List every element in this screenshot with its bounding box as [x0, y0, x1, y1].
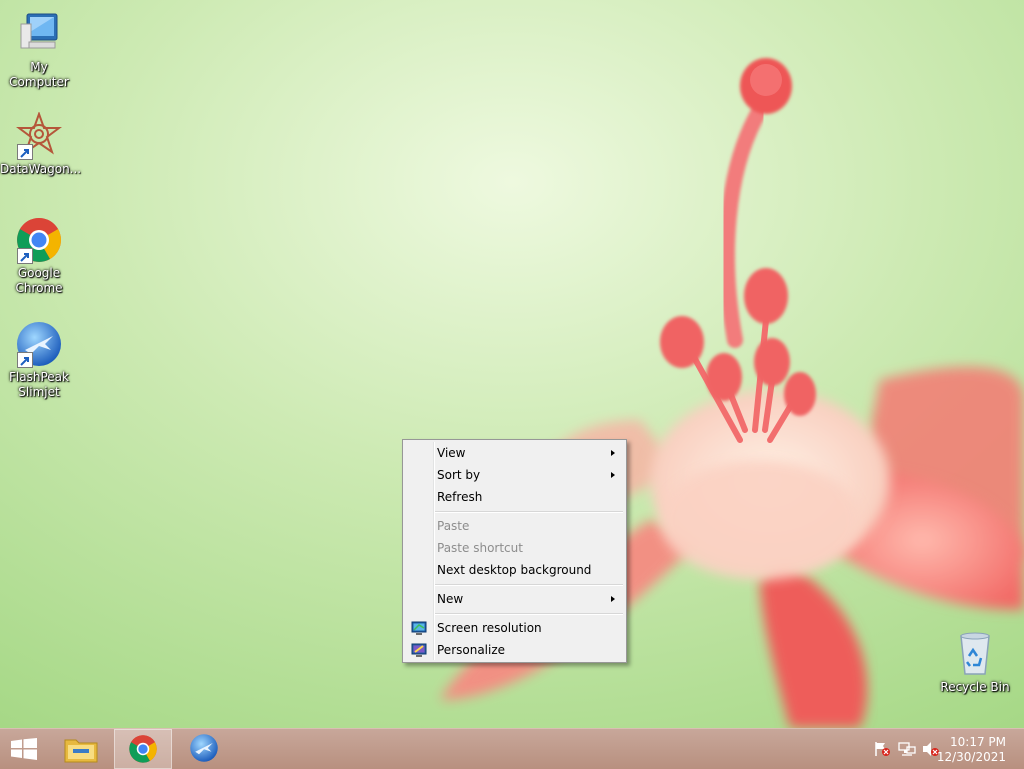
menu-item-label: Paste: [437, 519, 470, 533]
menu-item-next-desktop-background[interactable]: Next desktop background: [405, 559, 624, 581]
desktop-icon-label: My Computer: [9, 60, 69, 89]
menu-item-label: View: [437, 446, 466, 460]
menu-item-label: Paste shortcut: [437, 541, 523, 555]
menu-item-refresh[interactable]: Refresh: [405, 486, 624, 508]
desktop-icon-recycle-bin[interactable]: Recycle Bin: [936, 630, 1014, 695]
menu-item-paste-shortcut[interactable]: Paste shortcut: [405, 537, 624, 559]
menu-item-screen-resolution[interactable]: Screen resolution: [405, 617, 624, 639]
shortcut-arrow-icon: [17, 144, 33, 160]
desktop-icon-google-chrome[interactable]: Google Chrome: [0, 216, 78, 296]
menu-separator: [435, 613, 623, 615]
menu-item-sort-by[interactable]: Sort by: [405, 464, 624, 486]
start-button[interactable]: [0, 729, 48, 769]
chrome-icon: [15, 216, 63, 264]
desktop-icon-flashpeak-slimjet[interactable]: FlashPeak Slimjet: [0, 320, 78, 400]
desktop-icon-label: Google Chrome: [15, 266, 63, 295]
chrome-icon: [129, 735, 157, 763]
personalize-icon: [411, 642, 427, 658]
menu-item-label: Personalize: [437, 643, 506, 657]
taskbar: 10:17 PM 12/30/2021: [0, 728, 1024, 769]
menu-item-view[interactable]: View: [405, 442, 624, 464]
submenu-arrow-icon: [611, 450, 615, 456]
menu-item-label: Refresh: [437, 490, 483, 504]
menu-item-paste[interactable]: Paste: [405, 515, 624, 537]
submenu-arrow-icon: [611, 596, 615, 602]
desktop-context-menu: View Sort by Refresh Paste Paste shortcu…: [402, 439, 627, 663]
desktop-icon-datawagon[interactable]: DataWagon...: [0, 111, 82, 177]
display-icon: [411, 620, 427, 636]
datawagon-icon: [15, 111, 63, 160]
menu-item-label: Screen resolution: [437, 621, 542, 635]
menu-item-label: Next desktop background: [437, 563, 592, 577]
clock-date: 12/30/2021: [936, 750, 1006, 764]
shortcut-arrow-icon: [17, 248, 33, 264]
menu-separator: [435, 511, 623, 513]
desktop-icon-label: DataWagon...: [0, 162, 82, 176]
clock-time: 10:17 PM: [950, 735, 1006, 749]
taskbar-chrome-button[interactable]: [114, 729, 172, 769]
desktop-icon-my-computer[interactable]: My Computer: [0, 10, 78, 90]
recycle-bin-icon: [951, 630, 999, 678]
network-icon[interactable]: [898, 741, 916, 757]
menu-item-new[interactable]: New: [405, 588, 624, 610]
computer-icon: [15, 10, 63, 58]
shortcut-arrow-icon: [17, 352, 33, 368]
desktop-icon-label: Recycle Bin: [940, 680, 1010, 694]
menu-item-personalize[interactable]: Personalize: [405, 639, 624, 661]
taskbar-slimjet-button[interactable]: [176, 729, 234, 769]
slimjet-icon: [190, 734, 218, 762]
submenu-arrow-icon: [611, 472, 615, 478]
taskbar-clock[interactable]: 10:17 PM 12/30/2021: [937, 735, 1006, 765]
action-center-flag-icon[interactable]: [873, 741, 891, 757]
windows-logo-icon: [11, 738, 37, 760]
folder-icon: [64, 739, 98, 763]
taskbar-file-explorer-button[interactable]: [52, 729, 110, 769]
menu-item-label: New: [437, 592, 464, 606]
desktop-icon-label: FlashPeak Slimjet: [9, 370, 69, 399]
slimjet-icon: [15, 320, 63, 368]
menu-item-label: Sort by: [437, 468, 481, 482]
menu-separator: [435, 584, 623, 586]
